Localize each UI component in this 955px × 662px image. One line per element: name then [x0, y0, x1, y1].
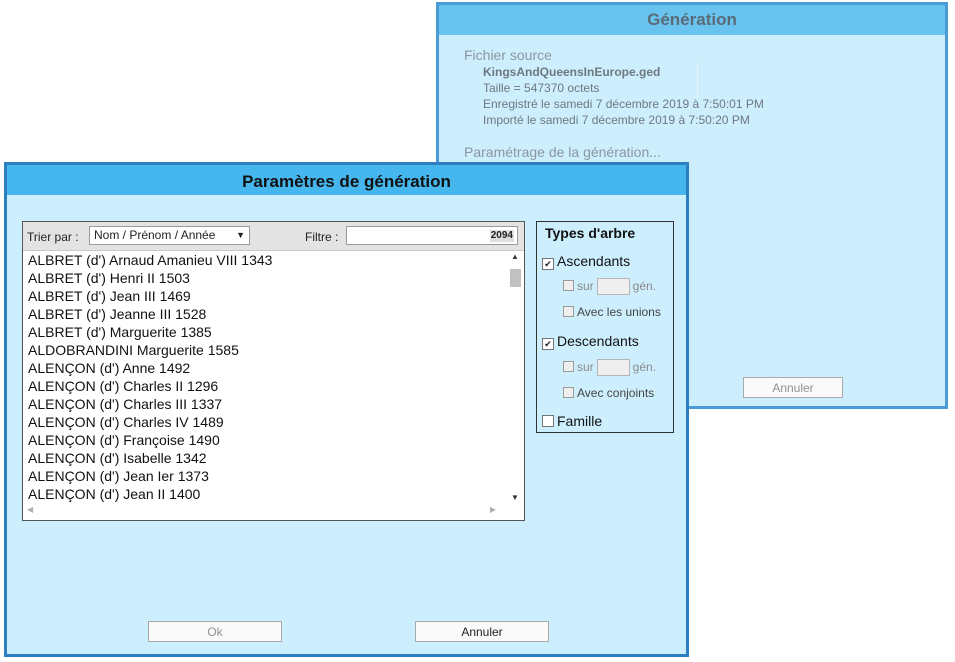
list-item[interactable]: ALENÇON (d') Jean Ier 1373 [23, 467, 507, 485]
ascendants-option[interactable]: ✔ Ascendants [542, 253, 630, 270]
descendants-conjoints-checkbox[interactable] [563, 387, 574, 398]
descendants-checkbox[interactable]: ✔ [542, 338, 554, 350]
sort-select[interactable]: Nom / Prénom / Année ▼ [89, 226, 250, 245]
list-item[interactable]: ALBRET (d') Jeanne III 1528 [23, 305, 507, 323]
vertical-scrollbar[interactable]: ▲ ▼ [508, 251, 523, 504]
descendants-limit-checkbox[interactable] [563, 361, 574, 372]
list-item[interactable]: ALENÇON (d') Charles IV 1489 [23, 413, 507, 431]
scrollbar-thumb[interactable] [510, 269, 521, 287]
tree-types-title: Types d'arbre [545, 225, 636, 241]
ascendants-unions-option[interactable]: Avec les unions [563, 305, 661, 319]
list-item[interactable]: ALBRET (d') Henri II 1503 [23, 269, 507, 287]
ascendants-generations-input[interactable] [596, 278, 630, 295]
list-item[interactable]: ALBRET (d') Arnaud Amanieu VIII 1343 [23, 251, 507, 269]
list-item[interactable]: ALBRET (d') Marguerite 1385 [23, 323, 507, 341]
ascendants-unions-checkbox[interactable] [563, 306, 574, 317]
list-item[interactable]: ALENÇON (d') Isabelle 1342 [23, 449, 507, 467]
list-item[interactable]: ALENÇON (d') Charles II 1296 [23, 377, 507, 395]
famille-checkbox[interactable] [542, 415, 554, 427]
list-item[interactable]: ALENÇON (d') Jean II 1400 [23, 485, 507, 503]
background-cancel-button[interactable]: Annuler [743, 377, 843, 398]
source-file-imported: Importé le samedi 7 décembre 2019 à 7:50… [483, 113, 750, 127]
ascendants-label: Ascendants [557, 253, 631, 269]
descendants-label: Descendants [557, 333, 639, 349]
source-file-heading: Fichier source [464, 47, 552, 63]
ascendants-generations: sur gén. [563, 278, 656, 295]
famille-option[interactable]: Famille [542, 413, 602, 429]
ascendants-checkbox[interactable]: ✔ [542, 258, 554, 270]
famille-label: Famille [557, 413, 603, 429]
generation-settings-heading: Paramétrage de la génération... [464, 144, 661, 160]
source-file-name: KingsAndQueensInEurope.ged [483, 65, 661, 79]
person-count-badge: 2094 [489, 230, 514, 242]
scroll-up-icon[interactable]: ▲ [511, 252, 519, 261]
list-toolbar: Trier par : Nom / Prénom / Année ▼ Filtr… [23, 222, 524, 251]
ascendants-limit-checkbox[interactable] [563, 280, 574, 291]
cancel-button[interactable]: Annuler [415, 621, 549, 642]
filter-label: Filtre : [305, 230, 339, 244]
filter-input[interactable]: 2094 [346, 226, 518, 245]
scroll-left-icon[interactable]: ◀ [27, 505, 33, 514]
descendants-generations-input[interactable] [596, 359, 630, 376]
descendants-conjoints-option[interactable]: Avec conjoints [563, 386, 654, 400]
asc-unions-label: Avec les unions [577, 305, 661, 319]
tree-types-panel: Types d'arbre ✔ Ascendants sur gén. Avec l… [536, 221, 674, 433]
ok-button[interactable]: Ok [148, 621, 282, 642]
list-item[interactable]: ALENÇON (d') Françoise 1490 [23, 431, 507, 449]
desc-sur-label: sur [577, 360, 594, 374]
dropdown-arrow-icon: ▼ [236, 230, 245, 240]
list-item[interactable]: ALDOBRANDINI Marguerite 1585 [23, 341, 507, 359]
generation-parameters-dialog: Paramètres de génération Trier par : Nom… [4, 162, 689, 657]
list-item[interactable]: ALBRET (d') Jean III 1469 [23, 287, 507, 305]
list-item[interactable]: ALENÇON (d') Anne 1492 [23, 359, 507, 377]
sort-label: Trier par : [27, 230, 79, 244]
descendants-option[interactable]: ✔ Descendants [542, 333, 639, 350]
asc-gen-label: gén. [632, 279, 657, 293]
generation-dialog-title: Génération [439, 5, 945, 35]
person-list[interactable]: ALBRET (d') Arnaud Amanieu VIII 1343 ALBR… [23, 251, 507, 503]
list-item[interactable]: ALENÇON (d') Charles III 1337 [23, 395, 507, 413]
divider [697, 63, 698, 97]
desc-gen-label: gén. [632, 360, 657, 374]
source-file-info: KingsAndQueensInEurope.ged Taille = 5473… [483, 64, 764, 128]
source-file-size: Taille = 547370 octets [483, 81, 600, 95]
horizontal-scrollbar[interactable]: ◀ ▶ [24, 505, 508, 519]
source-file-saved: Enregistré le samedi 7 décembre 2019 à 7… [483, 97, 764, 111]
scroll-right-icon[interactable]: ▶ [490, 505, 496, 514]
desc-conjoints-label: Avec conjoints [577, 386, 655, 400]
sort-select-value: Nom / Prénom / Année [94, 228, 216, 242]
scroll-down-icon[interactable]: ▼ [511, 493, 519, 502]
person-list-panel: Trier par : Nom / Prénom / Année ▼ Filtr… [22, 221, 525, 521]
descendants-generations: sur gén. [563, 359, 656, 376]
asc-sur-label: sur [577, 279, 594, 293]
dialog-title: Paramètres de génération [7, 165, 686, 195]
